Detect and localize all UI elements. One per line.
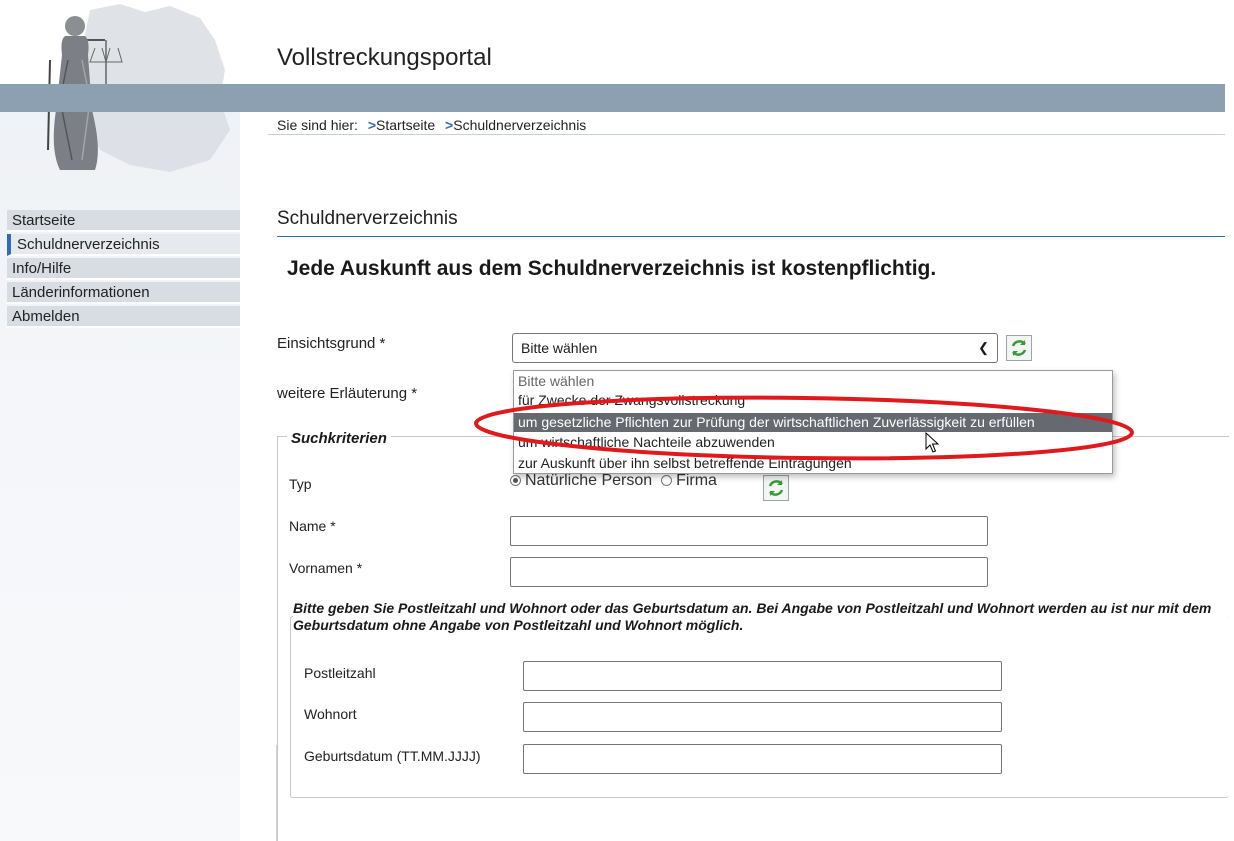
- sidebar-item-abmelden[interactable]: Abmelden: [7, 306, 240, 328]
- city-input[interactable]: [523, 702, 1002, 732]
- mouse-pointer-icon: [925, 432, 940, 453]
- type-radio-group: Natürliche Person Firma: [510, 472, 717, 490]
- dropdown-option[interactable]: Bitte wählen: [514, 372, 1112, 391]
- reason-label: Einsichtsgrund *: [277, 335, 386, 352]
- type-label: Typ: [289, 476, 312, 492]
- postal-code-label: Postleitzahl: [304, 665, 376, 681]
- breadcrumb-divider: [268, 134, 1225, 135]
- refresh-arrows-icon: [1011, 340, 1027, 356]
- breadcrumb-link-startseite[interactable]: Startseite: [376, 117, 435, 133]
- birthdate-input[interactable]: [523, 744, 1002, 774]
- refresh-arrows-icon: [768, 480, 784, 496]
- sidebar-item-laenderinformationen[interactable]: Länderinformationen: [7, 282, 240, 304]
- name-input[interactable]: [510, 516, 988, 546]
- sidebar-item-info-hilfe[interactable]: Info/Hilfe: [7, 258, 240, 280]
- search-criteria-legend: Suchkriterien: [287, 430, 391, 447]
- refresh-reason-button[interactable]: [1006, 335, 1032, 361]
- firstname-label: Vornamen *: [289, 560, 363, 576]
- sidebar-item-startseite[interactable]: Startseite: [7, 210, 240, 232]
- content-divider: [276, 745, 277, 841]
- radio-company[interactable]: [661, 475, 673, 486]
- further-explanation-label: weitere Erläuterung *: [277, 385, 418, 402]
- breadcrumb-prefix: Sie sind hier:: [277, 117, 358, 133]
- header-band: [0, 84, 1225, 112]
- refresh-type-button[interactable]: [763, 475, 789, 501]
- postal-code-input[interactable]: [523, 661, 1002, 691]
- chevron-down-icon: ❮: [978, 340, 989, 355]
- breadcrumb: Sie sind hier: >Startseite >Schuldnerver…: [277, 117, 586, 133]
- page-title: Schuldnerverzeichnis: [277, 208, 458, 229]
- fee-notice: Jede Auskunft aus dem Schuldnerverzeichn…: [287, 257, 937, 280]
- reason-select[interactable]: Bitte wählen ❮: [512, 333, 998, 363]
- city-label: Wohnort: [304, 706, 357, 722]
- name-label: Name *: [289, 518, 336, 534]
- breadcrumb-separator: >: [367, 117, 377, 133]
- firstname-input[interactable]: [510, 557, 988, 587]
- birthdate-label: Geburtsdatum (TT.MM.JJJJ): [304, 748, 481, 764]
- sidebar-background: [0, 85, 240, 841]
- breadcrumb-separator: >: [445, 117, 454, 133]
- radio-natural-person[interactable]: [510, 475, 521, 486]
- title-underline: [277, 236, 1225, 237]
- app-title: Vollstreckungsportal: [277, 44, 492, 71]
- highlight-ellipse-annotation: [474, 395, 1134, 461]
- radio-company-label: Firma: [676, 472, 717, 489]
- location-hint: Bitte geben Sie Postleitzahl und Wohnort…: [293, 600, 1228, 634]
- breadcrumb-link-schuldnerverzeichnis[interactable]: Schuldnerverzeichnis: [453, 117, 586, 133]
- radio-natural-person-label: Natürliche Person: [525, 472, 653, 489]
- reason-select-value: Bitte wählen: [521, 340, 598, 356]
- sidebar-item-schuldnerverzeichnis[interactable]: Schuldnerverzeichnis: [7, 234, 240, 256]
